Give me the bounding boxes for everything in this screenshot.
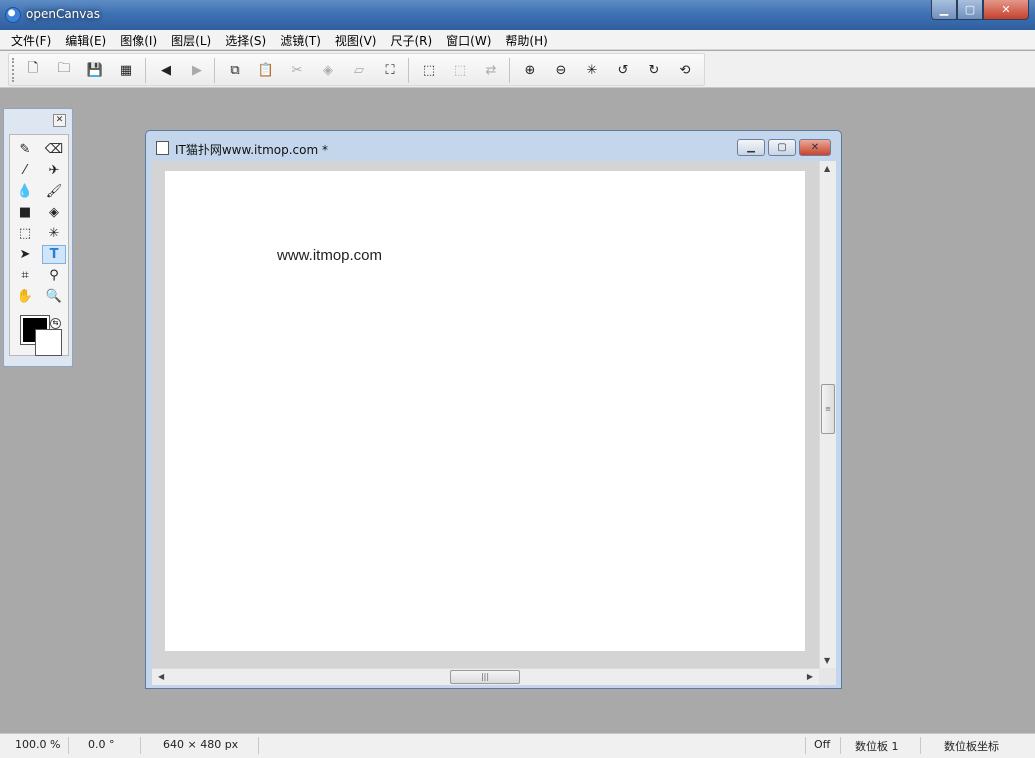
swap-colors-icon[interactable]: ⇆ xyxy=(50,318,61,329)
toolbar: 🗋 🗀 💾 ▦ ◀ ▶ ⧉ 📋 ✂ ◈ ▱ ⛶ ⬚ ⬚ ⇄ ⊕ ⊖ ✳ ↺ ↻ ⟲ xyxy=(0,51,1035,88)
menu-bar: 文件(F) 编辑(E) 图像(I) 图层(L) 选择(S) 滤镜(T) 视图(V… xyxy=(0,30,1035,50)
tool-grid: ⇆ ✎ ⌫ ⁄ ✈ 💧 🖌 ■ ◈ ⬚ ✳ ➤ T ⌗ ⚲ ✋ 🔍 xyxy=(9,134,69,356)
document-window: IT猫扑网www.itmop.com * ▁ ▢ ✕ www.itmop.com… xyxy=(145,130,842,689)
magnifier-icon[interactable]: 🔍 xyxy=(42,287,66,306)
doc-maximize-button[interactable]: ▢ xyxy=(768,139,796,156)
watercolor-icon[interactable]: 💧 xyxy=(13,182,37,201)
paint-bucket-icon[interactable]: ◈ xyxy=(42,203,66,222)
menu-edit[interactable]: 编辑(E) xyxy=(58,30,113,50)
window-minimize-button[interactable]: ▁ xyxy=(931,0,957,20)
menu-view[interactable]: 视图(V) xyxy=(328,30,384,50)
close-icon: ✕ xyxy=(1001,3,1011,16)
tool-palette: ✕ ⇆ ✎ ⌫ ⁄ ✈ 💧 🖌 ■ ◈ ⬚ ✳ ➤ T ⌗ ⚲ ✋ 🔍 xyxy=(3,108,73,367)
document-icon xyxy=(156,141,169,155)
paste-icon[interactable]: 📋 xyxy=(255,59,277,81)
gradient-icon[interactable]: ■ xyxy=(13,203,37,222)
menu-filter[interactable]: 滤镜(T) xyxy=(273,30,328,50)
vertical-scroll-thumb[interactable]: ≡ xyxy=(821,384,835,434)
fill-icon[interactable]: ◈ xyxy=(317,59,339,81)
status-tablet: 数位板 1 xyxy=(855,740,899,753)
copy-icon[interactable]: ⧉ xyxy=(224,59,246,81)
rotate-right-icon[interactable]: ↻ xyxy=(643,59,665,81)
zoom-out-icon[interactable]: ⊖ xyxy=(550,59,572,81)
airbrush-icon[interactable]: ✈ xyxy=(42,161,66,180)
status-canvas-size: 640 × 480 px xyxy=(163,738,239,751)
eyedropper-icon[interactable]: ⚲ xyxy=(42,266,66,285)
menu-window[interactable]: 窗口(W) xyxy=(439,30,498,50)
eraser-tool-icon[interactable]: ⌫ xyxy=(42,140,66,159)
scroll-up-icon[interactable]: ▲ xyxy=(824,164,830,173)
vertical-scrollbar[interactable]: ▲ ≡ ▼ xyxy=(819,161,836,668)
magic-wand-icon[interactable]: ✳ xyxy=(42,224,66,243)
window-close-button[interactable]: ✕ xyxy=(983,0,1029,20)
opencanvas-logo-icon xyxy=(5,7,21,23)
hand-icon[interactable]: ✋ xyxy=(13,287,37,306)
marker-icon[interactable]: 🖌 xyxy=(42,182,66,201)
open-folder-icon[interactable]: 🗀 xyxy=(53,59,75,81)
document-viewport: www.itmop.com ▲ ≡ ▼ ◀ ||| ▶ xyxy=(152,161,836,685)
palette-close-button[interactable]: ✕ xyxy=(53,114,66,127)
new-file-icon[interactable]: 🗋 xyxy=(22,59,44,81)
text-tool-icon[interactable]: T xyxy=(42,245,66,264)
scroll-down-icon[interactable]: ▼ xyxy=(824,656,830,665)
doc-close-button[interactable]: ✕ xyxy=(799,139,831,156)
move-icon[interactable]: ➤ xyxy=(13,245,37,264)
menu-file[interactable]: 文件(F) xyxy=(4,30,58,50)
document-title-bar[interactable]: IT猫扑网www.itmop.com * ▁ ▢ ✕ xyxy=(146,131,841,161)
document-title: IT猫扑网www.itmop.com * xyxy=(175,143,328,157)
brush-icon[interactable]: ⁄ xyxy=(13,161,37,180)
zoom-in-icon[interactable]: ⊕ xyxy=(519,59,541,81)
selection-tool-icon[interactable]: ⬚ xyxy=(13,224,37,243)
status-tablet-coords: 数位板坐标 xyxy=(944,740,999,753)
status-tablet-state: Off xyxy=(814,738,831,751)
minimize-icon: ▁ xyxy=(939,3,949,16)
eraser-icon[interactable]: ▱ xyxy=(348,59,370,81)
minimize-icon: ▁ xyxy=(747,142,755,153)
rotate-left-icon[interactable]: ↺ xyxy=(612,59,634,81)
horizontal-scroll-thumb[interactable]: ||| xyxy=(450,670,520,684)
canvas-text-layer: www.itmop.com xyxy=(277,247,383,264)
doc-minimize-button[interactable]: ▁ xyxy=(737,139,765,156)
status-zoom: 100.0 % xyxy=(15,738,61,751)
deselect-icon[interactable]: ⬚ xyxy=(449,59,471,81)
cut-icon[interactable]: ✂ xyxy=(286,59,308,81)
menu-help[interactable]: 帮助(H) xyxy=(498,30,554,50)
scrollbar-corner xyxy=(819,668,836,685)
next-icon[interactable]: ▶ xyxy=(186,59,208,81)
drawing-canvas[interactable]: www.itmop.com xyxy=(165,171,805,651)
zoom-fit-icon[interactable]: ✳ xyxy=(581,59,603,81)
maximize-icon: ▢ xyxy=(964,3,976,16)
invert-selection-icon[interactable]: ⇄ xyxy=(480,59,502,81)
status-bar: 100.0 % 0.0 ° 640 × 480 px Off 数位板 1 数位板… xyxy=(0,733,1035,758)
horizontal-scrollbar[interactable]: ◀ ||| ▶ xyxy=(152,668,819,685)
close-icon: ✕ xyxy=(810,142,820,153)
prev-icon[interactable]: ◀ xyxy=(155,59,177,81)
save-all-icon[interactable]: ▦ xyxy=(115,59,137,81)
app-title: openCanvas xyxy=(26,7,100,21)
menu-image[interactable]: 图像(I) xyxy=(113,30,164,50)
select-rect-icon[interactable]: ⬚ xyxy=(418,59,440,81)
menu-ruler[interactable]: 尺子(R) xyxy=(383,30,439,50)
close-icon: ✕ xyxy=(55,115,64,125)
toolbar-separator xyxy=(214,58,215,83)
background-color-swatch[interactable] xyxy=(35,329,62,356)
menu-select[interactable]: 选择(S) xyxy=(218,30,273,50)
crop-icon[interactable]: ⌗ xyxy=(13,266,37,285)
toolbar-grip[interactable] xyxy=(12,58,15,82)
main-title-bar: openCanvas ▁ ▢ ✕ xyxy=(0,0,1035,30)
pen-icon[interactable]: ✎ xyxy=(13,140,37,159)
save-icon[interactable]: 💾 xyxy=(84,59,106,81)
rotate-reset-icon[interactable]: ⟲ xyxy=(674,59,696,81)
scroll-right-icon[interactable]: ▶ xyxy=(807,672,813,681)
toolbar-separator xyxy=(145,58,146,83)
window-maximize-button[interactable]: ▢ xyxy=(957,0,983,20)
toolbar-separator xyxy=(509,58,510,83)
maximize-icon: ▢ xyxy=(777,142,787,153)
status-angle: 0.0 ° xyxy=(88,738,115,751)
menu-layer[interactable]: 图层(L) xyxy=(164,30,218,50)
toolbar-separator xyxy=(408,58,409,83)
scroll-left-icon[interactable]: ◀ xyxy=(158,672,164,681)
transform-icon[interactable]: ⛶ xyxy=(379,59,401,81)
